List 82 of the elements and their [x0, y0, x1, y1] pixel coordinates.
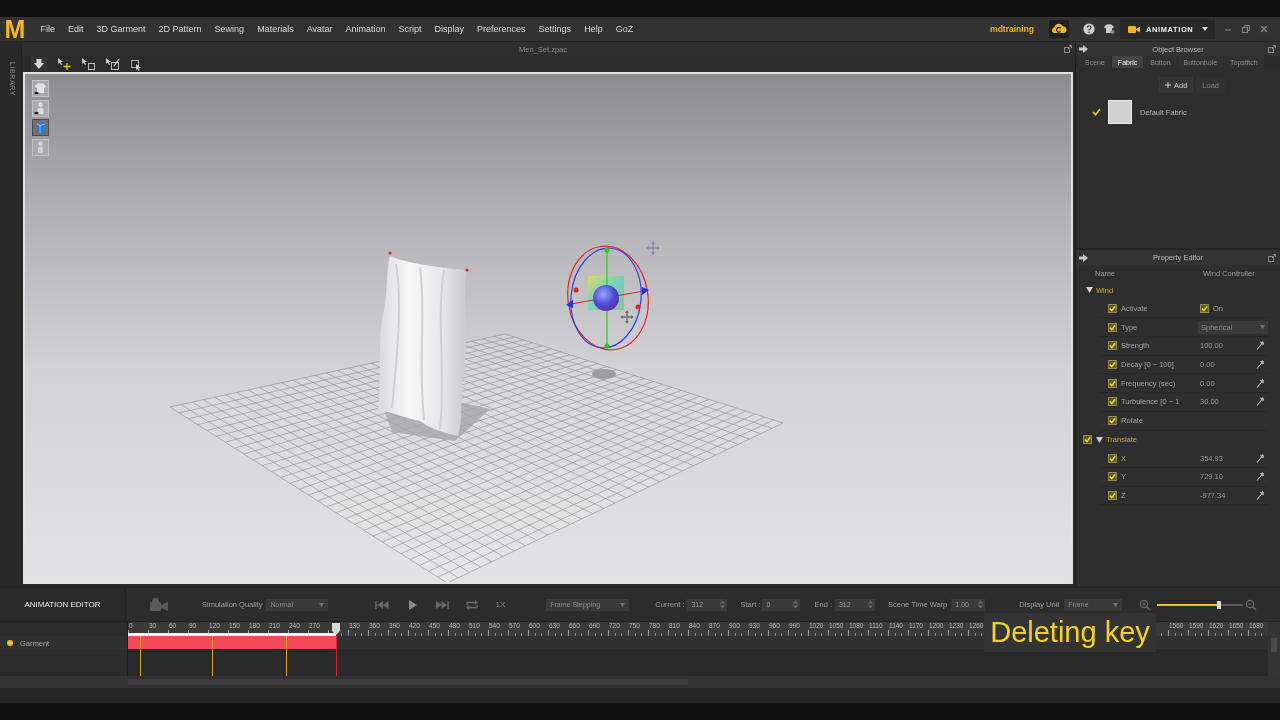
skip-to-end-icon[interactable]	[435, 599, 450, 610]
checkbox[interactable]	[1108, 304, 1117, 314]
menu-item[interactable]: 2D Pattern	[152, 21, 209, 37]
edit-box-icon[interactable]	[105, 57, 121, 71]
menu-item[interactable]: Display	[428, 21, 471, 37]
help-icon[interactable]	[1083, 23, 1095, 35]
checkbox[interactable]	[1108, 397, 1117, 407]
plus-icon	[1164, 82, 1171, 88]
user-name: mdtraining	[990, 24, 1034, 34]
menu-item[interactable]: Help	[577, 21, 610, 37]
checkbox[interactable]	[1108, 360, 1117, 370]
cloud-icon[interactable]	[1049, 20, 1069, 38]
menu-item[interactable]: Edit	[61, 21, 91, 37]
menu-item[interactable]: Preferences	[470, 21, 533, 37]
popout-icon[interactable]	[1064, 45, 1072, 53]
popout-icon[interactable]	[1268, 45, 1276, 53]
menu-item[interactable]: File	[34, 21, 62, 37]
arrow-icon[interactable]	[1079, 45, 1088, 53]
point-marker[interactable]	[465, 268, 469, 272]
wrench-icon[interactable]	[1256, 360, 1264, 370]
menu-item[interactable]: GoZ	[609, 21, 640, 37]
arrow-icon[interactable]	[1079, 253, 1088, 262]
wrench-icon[interactable]	[1256, 472, 1264, 482]
menu-item[interactable]: Script	[392, 21, 429, 37]
fabric-swatch[interactable]	[1108, 100, 1132, 124]
checkbox[interactable]	[1108, 453, 1117, 463]
select-box-icon[interactable]	[81, 57, 97, 71]
checkbox[interactable]	[1108, 472, 1117, 482]
caret-icon	[1202, 27, 1208, 31]
checkbox[interactable]	[1108, 341, 1117, 351]
expand-icon[interactable]	[1086, 287, 1093, 294]
speed-button[interactable]: 1X	[495, 600, 506, 609]
cursor-box-icon[interactable]	[129, 57, 143, 71]
restore-icon[interactable]	[1241, 24, 1251, 34]
close-icon[interactable]	[1259, 24, 1269, 34]
menu-item[interactable]: Settings	[532, 21, 578, 37]
checkbox[interactable]	[1108, 378, 1117, 388]
caret-icon	[319, 602, 325, 607]
wrench-icon[interactable]	[1256, 453, 1264, 463]
checkbox[interactable]	[1200, 304, 1209, 314]
move-cursor-icon	[646, 241, 660, 255]
caret-icon	[1113, 602, 1119, 607]
zoom-out-icon[interactable]	[1245, 598, 1258, 611]
popout-icon[interactable]	[1268, 253, 1276, 262]
caption-toast: Deleting key	[984, 613, 1156, 652]
wrench-icon[interactable]	[1256, 490, 1264, 500]
skip-to-start-icon[interactable]	[375, 599, 390, 610]
add-point-icon[interactable]	[57, 57, 73, 71]
app-logo: M	[3, 17, 27, 42]
video-camera-icon	[1128, 24, 1140, 34]
checkbox[interactable]	[1108, 416, 1117, 426]
clip-bar[interactable]	[128, 636, 337, 649]
wind-controller-drawing[interactable]	[566, 245, 649, 351]
playhead-line	[336, 636, 338, 676]
wrench-icon[interactable]	[1256, 378, 1264, 388]
menu-item[interactable]: Animation	[339, 21, 393, 37]
point-marker[interactable]	[388, 251, 392, 255]
slider-thumb[interactable]	[1217, 600, 1222, 609]
checkbox[interactable]	[1083, 435, 1092, 445]
loop-icon[interactable]	[465, 598, 480, 611]
wrench-icon[interactable]	[1256, 397, 1264, 407]
menu-item[interactable]: Materials	[250, 21, 301, 37]
menu-item[interactable]: 3D Garment	[90, 21, 153, 37]
zoom-in-icon[interactable]	[1139, 598, 1152, 611]
vertical-scrollbar[interactable]	[1268, 622, 1280, 676]
avatar-eye-icon[interactable]	[32, 99, 49, 117]
caret-icon	[1260, 325, 1265, 330]
shirt-eye-icon[interactable]	[32, 80, 49, 97]
cube-icon[interactable]	[32, 119, 49, 136]
menu-item[interactable]: Avatar	[300, 21, 339, 37]
checkbox[interactable]	[1108, 490, 1117, 500]
down-arrow-icon[interactable]	[31, 57, 47, 71]
expand-icon[interactable]	[1096, 436, 1103, 443]
wrench-icon[interactable]	[1256, 341, 1264, 351]
caret-icon	[620, 602, 626, 607]
keyframe-line[interactable]	[139, 636, 141, 676]
checkbox[interactable]	[1108, 322, 1117, 332]
menu-item[interactable]: Sewing	[208, 21, 251, 37]
gizmo-shadow	[592, 369, 616, 379]
move-cursor-icon	[620, 310, 634, 324]
playhead-handle-icon[interactable]	[332, 623, 341, 635]
shirt-icon[interactable]	[1103, 23, 1115, 35]
